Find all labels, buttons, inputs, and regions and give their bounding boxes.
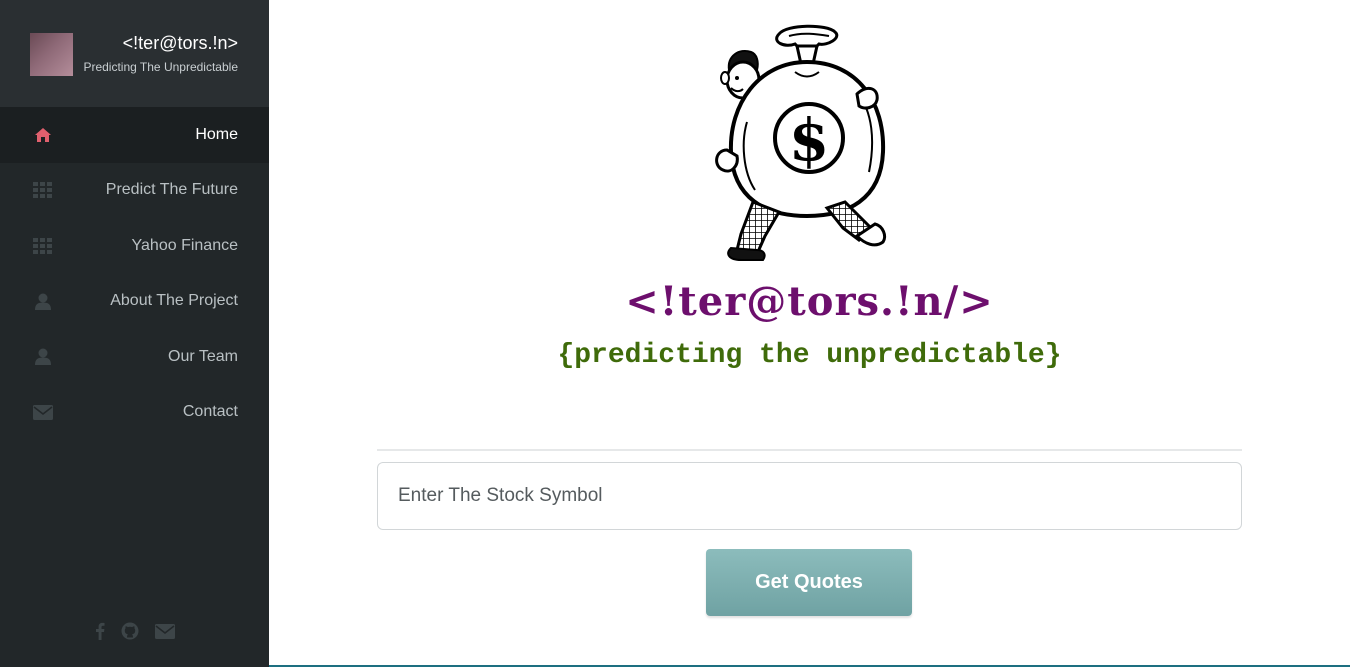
social-links [0,620,269,642]
avatar [30,33,73,76]
main-content: $ <!ter@tors.!n/> {predicting the unpred… [269,0,1350,667]
brand-subtitle: Predicting The Unpredictable [83,60,238,74]
sidebar-item-team[interactable]: Our Team [0,329,269,385]
stock-symbol-input[interactable] [377,462,1242,530]
envelope-icon[interactable] [154,623,175,639]
github-icon[interactable] [121,622,139,640]
sidebar-item-label: About The Project [110,292,238,310]
sidebar-nav: Home Predict The Future Yahoo Finance Ab… [0,107,269,440]
home-icon [33,125,53,145]
sidebar: <!ter@tors.!n> Predicting The Unpredicta… [0,0,269,667]
sidebar-item-home[interactable]: Home [0,107,269,163]
money-bag-illustration: $ [715,24,887,261]
sidebar-item-about[interactable]: About The Project [0,274,269,330]
brand-header: <!ter@tors.!n> Predicting The Unpredicta… [0,0,269,107]
sidebar-item-label: Our Team [168,347,238,365]
logo-title: <!ter@tors.!n/> [625,278,994,325]
grid-icon [33,236,53,256]
sidebar-item-label: Predict The Future [105,181,238,199]
svg-text:$: $ [789,106,829,174]
envelope-icon [33,402,53,422]
sidebar-item-label: Home [195,125,238,143]
get-quotes-button[interactable]: Get Quotes [706,549,912,616]
sidebar-item-label: Yahoo Finance [131,236,238,254]
grid-icon [33,180,53,200]
divider [377,449,1242,451]
facebook-icon[interactable] [95,622,105,640]
sidebar-item-label: Contact [182,403,238,421]
brand-title: <!ter@tors.!n> [122,33,238,53]
logo-tagline: {predicting the unpredictable} [557,340,1062,371]
user-icon [33,291,53,311]
sidebar-item-contact[interactable]: Contact [0,385,269,441]
sidebar-item-predict[interactable]: Predict The Future [0,163,269,219]
sidebar-item-yahoo-finance[interactable]: Yahoo Finance [0,218,269,274]
user-icon [33,347,53,367]
